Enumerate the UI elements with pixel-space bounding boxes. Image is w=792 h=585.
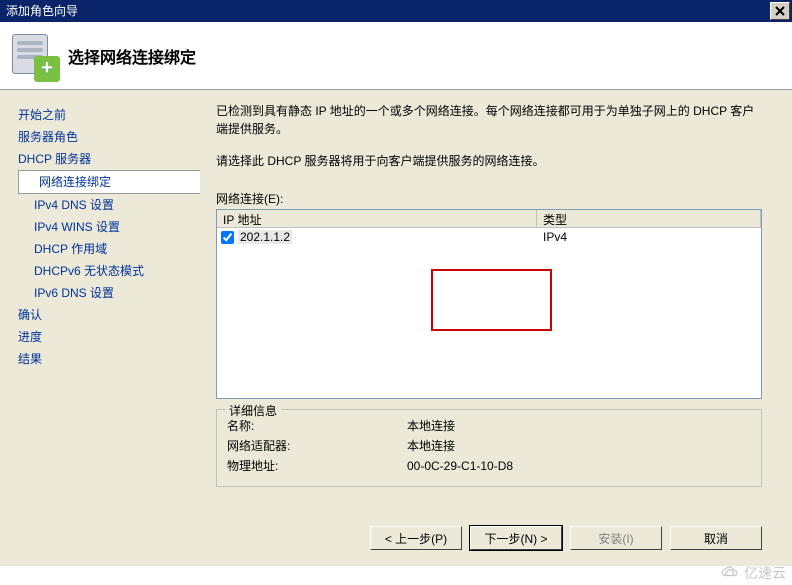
page-title: 选择网络连接绑定 xyxy=(68,44,196,68)
connection-checkbox[interactable] xyxy=(221,231,234,244)
wizard-steps-sidebar: 开始之前 服务器角色 DHCP 服务器 网络连接绑定 IPv4 DNS 设置 I… xyxy=(0,90,200,510)
step-ipv6-dns[interactable]: IPv6 DNS 设置 xyxy=(18,282,200,304)
connections-listbox[interactable]: IP 地址 类型 202.1.1.2 IPv4 xyxy=(216,209,762,399)
step-progress[interactable]: 进度 xyxy=(18,326,200,348)
step-dhcpv6-stateless[interactable]: DHCPv6 无状态模式 xyxy=(18,260,200,282)
connection-type: IPv4 xyxy=(537,230,573,244)
step-dhcp-server[interactable]: DHCP 服务器 xyxy=(18,148,200,170)
step-before-begin[interactable]: 开始之前 xyxy=(18,104,200,126)
connection-ip: 202.1.1.2 xyxy=(238,230,292,244)
wizard-footer: < 上一步(P) 下一步(N) > 安装(I) 取消 xyxy=(0,510,792,566)
window-titlebar: 添加角色向导 xyxy=(0,0,792,22)
server-add-icon: + xyxy=(10,32,58,80)
step-ipv4-dns[interactable]: IPv4 DNS 设置 xyxy=(18,194,200,216)
step-result[interactable]: 结果 xyxy=(18,348,200,370)
step-server-roles[interactable]: 服务器角色 xyxy=(18,126,200,148)
wizard-header: + 选择网络连接绑定 xyxy=(0,22,792,90)
window-title: 添加角色向导 xyxy=(6,0,770,22)
step-network-binding[interactable]: 网络连接绑定 xyxy=(18,170,201,194)
table-row[interactable]: 202.1.1.2 IPv4 xyxy=(217,228,761,246)
description-1: 已检测到具有静态 IP 地址的一个或多个网络连接。每个网络连接都可用于为单独子网… xyxy=(216,102,762,138)
install-button: 安装(I) xyxy=(570,526,662,550)
connections-label: 网络连接(E): xyxy=(216,190,762,207)
step-dhcp-scope[interactable]: DHCP 作用域 xyxy=(18,238,200,260)
close-icon xyxy=(775,6,785,16)
listbox-header: IP 地址 类型 xyxy=(217,210,761,228)
step-confirm[interactable]: 确认 xyxy=(18,304,200,326)
cloud-icon xyxy=(720,566,740,580)
description-2: 请选择此 DHCP 服务器将用于向客户端提供服务的网络连接。 xyxy=(216,152,762,170)
step-ipv4-wins[interactable]: IPv4 WINS 设置 xyxy=(18,216,200,238)
detail-mac: 物理地址: 00-0C-29-C1-10-D8 xyxy=(227,456,751,476)
detail-adapter: 网络适配器: 本地连接 xyxy=(227,436,751,456)
close-button[interactable] xyxy=(770,2,790,20)
cancel-button[interactable]: 取消 xyxy=(670,526,762,550)
next-button[interactable]: 下一步(N) > xyxy=(470,526,562,550)
prev-button[interactable]: < 上一步(P) xyxy=(370,526,462,550)
wizard-body: 开始之前 服务器角色 DHCP 服务器 网络连接绑定 IPv4 DNS 设置 I… xyxy=(0,90,792,510)
detail-name: 名称: 本地连接 xyxy=(227,416,751,436)
details-groupbox: 详细信息 名称: 本地连接 网络适配器: 本地连接 物理地址: 00-0C-29… xyxy=(216,409,762,487)
wizard-main: 已检测到具有静态 IP 地址的一个或多个网络连接。每个网络连接都可用于为单独子网… xyxy=(200,90,792,510)
column-ip[interactable]: IP 地址 xyxy=(217,210,537,227)
details-legend: 详细信息 xyxy=(225,402,281,419)
column-type[interactable]: 类型 xyxy=(537,210,761,227)
watermark: 亿速云 xyxy=(720,563,786,583)
